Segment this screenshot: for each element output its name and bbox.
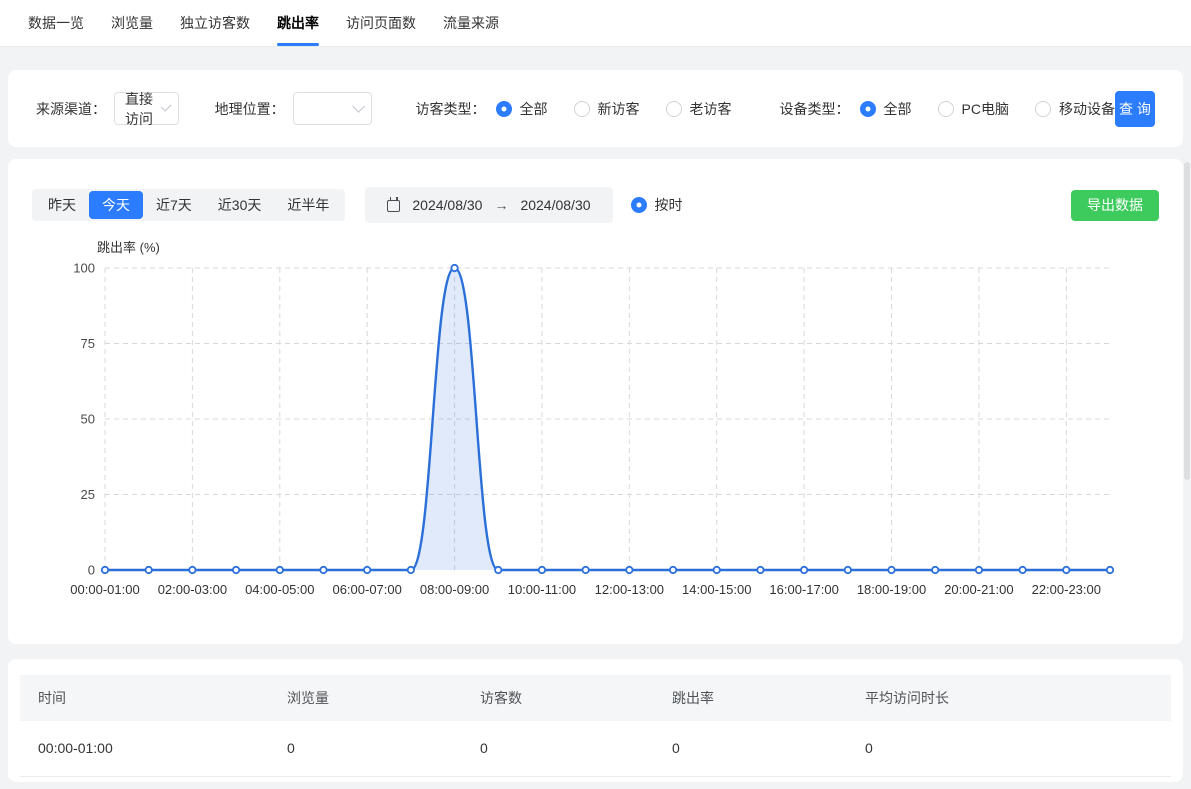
svg-text:10:00-11:00: 10:00-11:00 bbox=[508, 582, 576, 597]
filter-panel: 来源渠道： 直接访问 地理位置： 访客类型： 全部 新访客 老访客 设备类型： … bbox=[8, 70, 1183, 147]
device-type-mobile[interactable]: 移动设备 bbox=[1035, 99, 1115, 119]
svg-text:22:00-23:00: 22:00-23:00 bbox=[1032, 582, 1101, 597]
tab-traffic-source[interactable]: 流量来源 bbox=[443, 0, 499, 46]
granularity-hourly-radio[interactable]: 按时 bbox=[631, 195, 683, 215]
radio-selected-icon bbox=[860, 101, 876, 117]
svg-text:08:00-09:00: 08:00-09:00 bbox=[420, 582, 489, 597]
svg-text:02:00-03:00: 02:00-03:00 bbox=[158, 582, 227, 597]
date-range-presets: 昨天 今天 近7天 近30天 近半年 bbox=[32, 189, 345, 221]
area-chart-svg: 0 25 50 75 100 00:00-01:00 02:00-03:00 04:00-05… bbox=[8, 159, 1183, 644]
arrow-right-icon: → bbox=[494, 197, 508, 213]
chevron-down-icon bbox=[352, 100, 365, 113]
radio-label: 移动设备 bbox=[1059, 99, 1115, 119]
geo-location-label: 地理位置： bbox=[215, 99, 285, 119]
preset-last-7-days[interactable]: 近7天 bbox=[143, 191, 205, 219]
tab-pageviews[interactable]: 浏览量 bbox=[111, 0, 153, 46]
visitor-type-all[interactable]: 全部 bbox=[496, 99, 548, 119]
calendar-icon bbox=[387, 200, 400, 212]
source-channel-select[interactable]: 直接访问 bbox=[114, 92, 179, 125]
radio-unselected-icon bbox=[1035, 101, 1051, 117]
radio-label: 新访客 bbox=[598, 99, 640, 119]
svg-text:12:00-13:00: 12:00-13:00 bbox=[595, 582, 664, 597]
chevron-down-icon bbox=[161, 101, 172, 112]
radio-label: 全部 bbox=[520, 99, 548, 119]
tab-pages-visited[interactable]: 访问页面数 bbox=[346, 0, 416, 46]
svg-text:00:00-01:00: 00:00-01:00 bbox=[70, 582, 139, 597]
cell-avg-duration: 0 bbox=[865, 721, 1171, 776]
chart-y-axis-title: 跳出率 (%) bbox=[97, 237, 160, 256]
tab-unique-visitors[interactable]: 独立访客数 bbox=[180, 0, 250, 46]
header-time: 时间 bbox=[20, 675, 287, 721]
svg-text:20:00-21:00: 20:00-21:00 bbox=[944, 582, 1013, 597]
radio-label: PC电脑 bbox=[962, 99, 1009, 119]
preset-today[interactable]: 今天 bbox=[89, 191, 143, 219]
table-header-row: 时间 浏览量 访客数 跳出率 平均访问时长 bbox=[20, 675, 1171, 721]
visitor-type-new[interactable]: 新访客 bbox=[574, 99, 640, 119]
svg-text:100: 100 bbox=[73, 261, 95, 276]
radio-unselected-icon bbox=[574, 101, 590, 117]
vertical-scrollbar[interactable] bbox=[1184, 162, 1190, 480]
radio-selected-icon bbox=[496, 101, 512, 117]
preset-last-half-year[interactable]: 近半年 bbox=[274, 191, 342, 219]
svg-text:14:00-15:00: 14:00-15:00 bbox=[682, 582, 751, 597]
cell-time: 00:00-01:00 bbox=[20, 721, 287, 776]
header-visitors: 访客数 bbox=[480, 675, 672, 721]
bounce-rate-chart: 0 25 50 75 100 00:00-01:00 02:00-03:00 04:00-05… bbox=[8, 159, 1183, 644]
device-type-pc[interactable]: PC电脑 bbox=[938, 99, 1009, 119]
header-bounce-rate: 跳出率 bbox=[672, 675, 865, 721]
preset-yesterday[interactable]: 昨天 bbox=[35, 191, 89, 219]
header-avg-duration: 平均访问时长 bbox=[865, 675, 1171, 721]
stats-table-panel: 时间 浏览量 访客数 跳出率 平均访问时长 00:00-01:00 0 0 0 … bbox=[8, 659, 1183, 782]
device-type-label: 设备类型： bbox=[780, 99, 850, 119]
cell-bounce-rate: 0 bbox=[672, 721, 865, 776]
svg-text:04:00-05:00: 04:00-05:00 bbox=[245, 582, 314, 597]
radio-unselected-icon bbox=[938, 101, 954, 117]
preset-last-30-days[interactable]: 近30天 bbox=[205, 191, 275, 219]
table-row: 00:00-01:00 0 0 0 0 bbox=[20, 721, 1171, 776]
query-button[interactable]: 查 询 bbox=[1115, 91, 1155, 127]
radio-unselected-icon bbox=[666, 101, 682, 117]
date-end: 2024/08/30 bbox=[520, 197, 590, 213]
source-channel-label: 来源渠道： bbox=[36, 99, 106, 119]
device-type-group: 全部 PC电脑 移动设备 bbox=[860, 99, 1115, 119]
chart-panel: 昨天 今天 近7天 近30天 近半年 2024/08/30 → 2024/08/… bbox=[8, 159, 1183, 644]
date-start: 2024/08/30 bbox=[412, 197, 482, 213]
source-channel-value: 直接访问 bbox=[125, 89, 161, 129]
header-pageviews: 浏览量 bbox=[287, 675, 480, 721]
svg-text:16:00-17:00: 16:00-17:00 bbox=[769, 582, 838, 597]
svg-text:18:00-19:00: 18:00-19:00 bbox=[857, 582, 926, 597]
device-type-all[interactable]: 全部 bbox=[860, 99, 912, 119]
geo-location-select[interactable] bbox=[293, 92, 372, 125]
visitor-type-returning[interactable]: 老访客 bbox=[666, 99, 732, 119]
visitor-type-label: 访客类型： bbox=[416, 99, 486, 119]
radio-label: 老访客 bbox=[690, 99, 732, 119]
radio-label: 按时 bbox=[655, 195, 683, 215]
visitor-type-group: 全部 新访客 老访客 bbox=[496, 99, 732, 119]
chart-toolbar: 昨天 今天 近7天 近30天 近半年 2024/08/30 → 2024/08/… bbox=[32, 187, 1159, 223]
tab-data-overview[interactable]: 数据一览 bbox=[28, 0, 84, 46]
svg-text:25: 25 bbox=[81, 487, 95, 502]
cell-pageviews: 0 bbox=[287, 721, 480, 776]
top-tab-bar: 数据一览 浏览量 独立访客数 跳出率 访问页面数 流量来源 bbox=[0, 0, 1191, 47]
svg-text:0: 0 bbox=[88, 563, 95, 578]
svg-text:50: 50 bbox=[81, 412, 95, 427]
export-data-button[interactable]: 导出数据 bbox=[1071, 190, 1159, 221]
stats-table: 时间 浏览量 访客数 跳出率 平均访问时长 00:00-01:00 0 0 0 … bbox=[20, 675, 1171, 777]
radio-label: 全部 bbox=[884, 99, 912, 119]
cell-visitors: 0 bbox=[480, 721, 672, 776]
svg-text:75: 75 bbox=[81, 336, 95, 351]
date-range-picker[interactable]: 2024/08/30 → 2024/08/30 bbox=[365, 187, 612, 223]
svg-text:06:00-07:00: 06:00-07:00 bbox=[332, 582, 401, 597]
radio-selected-icon bbox=[631, 197, 647, 213]
tab-bounce-rate[interactable]: 跳出率 bbox=[277, 0, 319, 46]
